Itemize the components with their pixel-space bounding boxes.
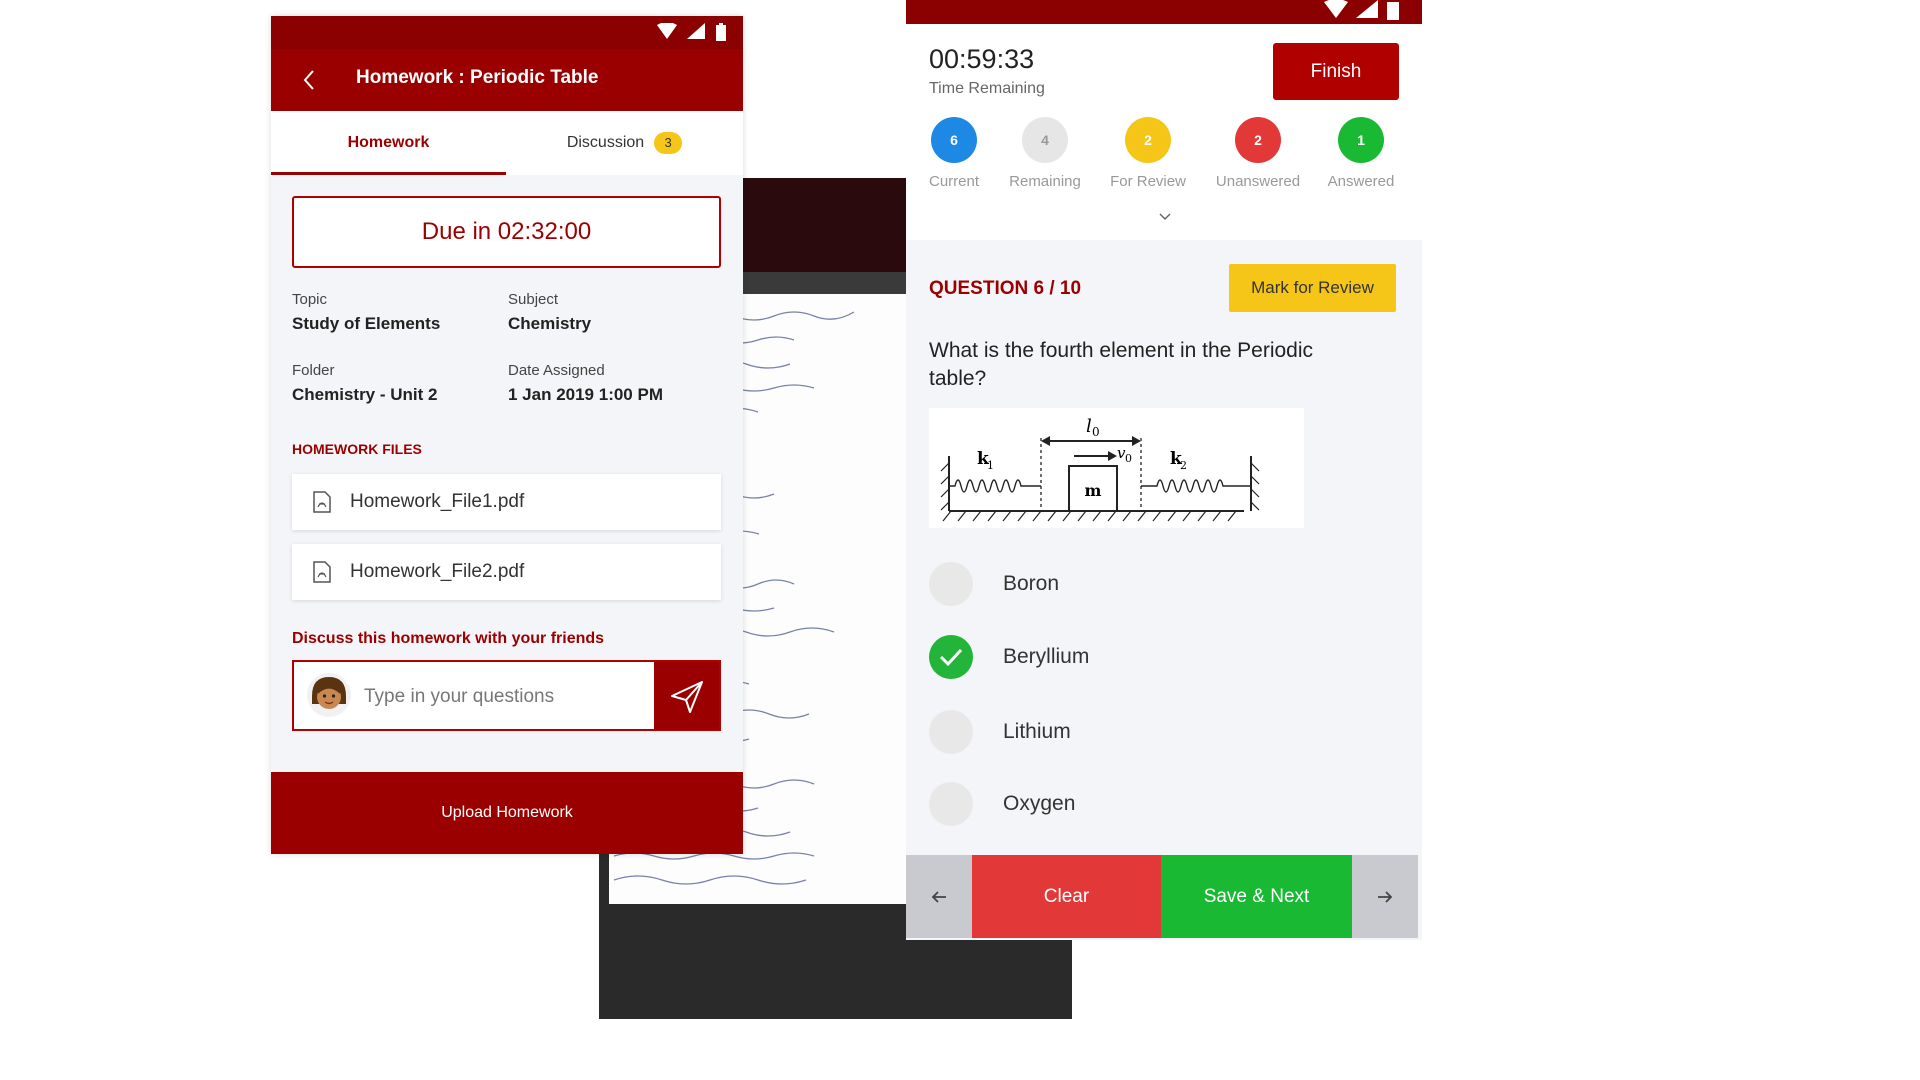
option-label: Lithium [1003,720,1071,743]
answer-option[interactable]: Oxygen [929,779,1075,829]
date-assigned-field: Date Assigned 1 Jan 2019 1:00 PM [508,362,663,405]
back-button[interactable] [295,65,325,95]
stat-label: Remaining [1009,173,1081,190]
date-assigned-label: Date Assigned [508,362,605,379]
mass-label: m [1085,481,1102,500]
app-bar: Homework : Periodic Table [271,49,743,111]
status-bar [906,0,1422,24]
avatar [307,673,351,717]
spring2-subscript: 2 [1180,459,1187,472]
arrow-left-icon [931,890,946,903]
file-name: Homework_File2.pdf [350,561,525,582]
send-icon [671,681,703,713]
option-radio-checked[interactable] [929,635,973,679]
signal-icon [1356,0,1378,18]
option-radio[interactable] [929,710,973,754]
option-label: Boron [1003,572,1060,595]
pdf-file-icon [313,491,331,513]
pdf-file-icon [313,561,331,583]
stat-count: 1 [1338,117,1384,163]
option-radio[interactable] [929,782,973,826]
subject-label: Subject [508,291,559,308]
stat-answered[interactable]: 1 Answered [1316,117,1406,190]
topic-field: Topic Study of Elements [292,291,440,334]
wifi-icon [657,23,677,39]
stat-unanswered[interactable]: 2 Unanswered [1213,117,1303,190]
next-question-button[interactable] [1352,855,1418,938]
quiz-screen: 00:59:33 Time Remaining Finish 6 Current… [906,0,1422,940]
quiz-action-bar: Clear Save & Next [906,855,1418,938]
battery-icon [1387,2,1399,20]
question-input[interactable] [362,676,646,718]
stat-label: Unanswered [1215,173,1301,190]
chevron-down-icon[interactable] [1158,212,1172,222]
tab-bar: Homework Discussion 3 [271,111,743,175]
finish-button[interactable]: Finish [1273,43,1399,100]
date-assigned-value: 1 Jan 2019 1:00 PM [508,385,663,404]
wifi-icon [1324,0,1348,18]
send-button[interactable] [654,662,719,729]
previous-question-button[interactable] [906,855,972,938]
stat-count: 2 [1125,117,1171,163]
tab-discussion[interactable]: Discussion 3 [506,111,743,175]
discussion-count-badge: 3 [654,131,683,154]
stat-count: 6 [931,117,977,163]
homework-files-title: HOMEWORK FILES [292,441,422,457]
topic-value: Study of Elements [292,314,441,333]
file-item[interactable]: Homework_File1.pdf [292,474,721,530]
subject-value: Chemistry [508,314,592,333]
mark-for-review-button[interactable]: Mark for Review [1229,264,1396,312]
arrow-right-icon [1378,890,1393,903]
due-countdown: Due in 02:32:00 [292,196,721,268]
chevron-left-icon [303,70,314,90]
clear-button[interactable]: Clear [972,855,1161,938]
spring-mass-diagram: m l 0 v 0 k 1 k 2 [929,408,1304,528]
file-item[interactable]: Homework_File2.pdf [292,544,721,600]
topic-label: Topic [292,291,328,308]
homework-screen: Homework : Periodic Table Homework Discu… [271,16,743,854]
stat-count: 2 [1235,117,1281,163]
option-label: Beryllium [1003,645,1090,668]
answer-option[interactable]: Boron [929,559,1059,609]
spring1-subscript: 1 [987,459,994,472]
stat-label: Current [928,173,980,190]
stat-for-review[interactable]: 2 For Review [1103,117,1193,190]
question-number: QUESTION 6 / 10 [929,278,1082,299]
battery-icon [716,23,726,41]
signal-icon [687,23,705,39]
folder-value: Chemistry - Unit 2 [292,385,438,404]
stat-label: Answered [1327,173,1395,190]
timer-label: Time Remaining [929,80,1045,97]
stat-remaining[interactable]: 4 Remaining [1000,117,1090,190]
answer-option[interactable]: Beryllium [929,632,1089,682]
subject-field: Subject Chemistry [508,291,591,334]
option-radio[interactable] [929,562,973,606]
stat-count: 4 [1022,117,1068,163]
tab-discussion-label: Discussion [566,134,645,151]
stat-label: For Review [1110,173,1186,190]
folder-field: Folder Chemistry - Unit 2 [292,362,437,405]
stat-current[interactable]: 6 Current [909,117,999,190]
folder-label: Folder [292,362,335,379]
question-composer [292,660,721,731]
tab-homework[interactable]: Homework [271,111,506,175]
status-bar [271,16,743,49]
tab-homework-label: Homework [347,134,430,151]
length-subscript: 0 [1092,425,1100,439]
page-title: Homework : Periodic Table [356,67,599,88]
timer-value: 00:59:33 [929,44,1035,74]
file-name: Homework_File1.pdf [350,491,525,512]
discuss-title: Discuss this homework with your friends [292,630,605,647]
question-text: What is the fourth element in the Period… [929,339,1314,390]
option-label: Oxygen [1003,792,1076,815]
velocity-subscript: 0 [1125,452,1132,465]
upload-homework-button[interactable]: Upload Homework [271,772,743,854]
spring-mass-figure: m l 0 v 0 k 1 k 2 [940,416,1260,522]
answer-option[interactable]: Lithium [929,707,1071,757]
quiz-header: 00:59:33 Time Remaining Finish 6 Current… [906,24,1422,240]
checkmark-icon [939,648,963,667]
save-next-button[interactable]: Save & Next [1161,855,1352,938]
